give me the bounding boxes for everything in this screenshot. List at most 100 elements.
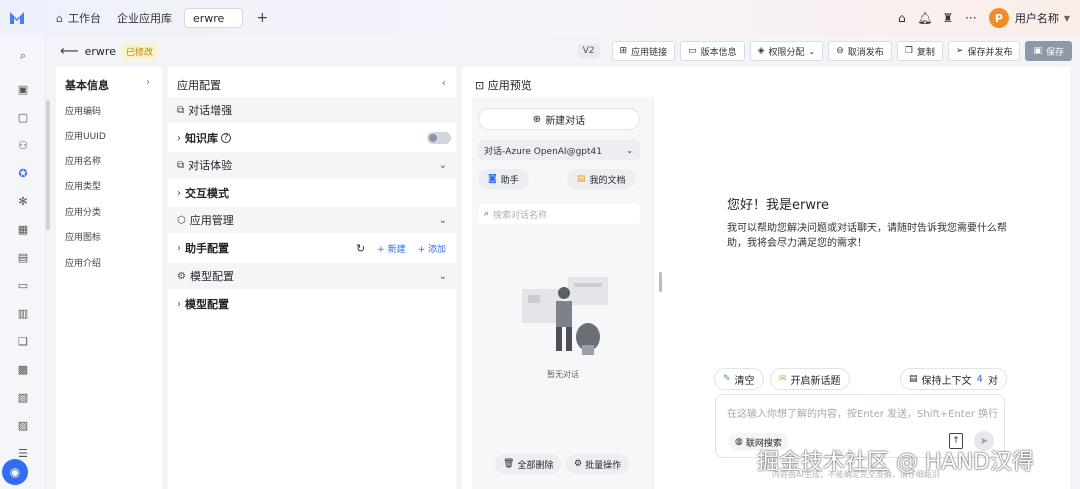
new-topic-button[interactable]: ✉ 开启新话题 (770, 368, 850, 390)
back-arrow-icon[interactable]: ⟵ (60, 44, 79, 59)
folder-icon[interactable]: ▭ (13, 275, 33, 295)
nav-workbench-label: 工作台 (67, 12, 101, 25)
image-icon[interactable]: ▩ (13, 359, 33, 379)
nav-workbench[interactable]: ⌂ 工作台 (48, 7, 109, 29)
delete-all-button[interactable]: 🗑︎ 全部删除 (495, 454, 562, 474)
stack-icon[interactable]: ❏ (13, 331, 33, 351)
assistant-bubble-icon[interactable]: ◉ (2, 459, 28, 485)
shield-icon: ◈ (757, 46, 765, 56)
top-bar: ⌂ 工作台 企业应用库 erwre + ⌂ 🔔︎ ♜ ··· P 用户名称 ▼ (0, 0, 1080, 36)
field-app-type[interactable]: 应用类型 (65, 179, 101, 192)
config-assistant[interactable]: › 助手配置 ↻ + 新建 + 添加 (168, 235, 456, 261)
chevron-down-icon: ⌄ (626, 145, 633, 155)
field-app-icon[interactable]: 应用图标 (65, 230, 101, 243)
tab-erwre[interactable]: erwre (183, 8, 244, 28)
more-icon[interactable]: ··· (961, 11, 981, 25)
box-icon: ⬡ (177, 214, 186, 226)
delete-all-label: 全部删除 (517, 460, 554, 471)
model-select[interactable]: 对话-Azure OpenAI@gpt41 ⌄ (478, 140, 640, 160)
chevron-down-icon: ⌄ (808, 46, 816, 56)
add-assistant-button[interactable]: + 添加 (418, 242, 446, 255)
unpublish-button[interactable]: ⊖ 取消发布 (828, 41, 892, 61)
keyboard-icon[interactable]: ▥ (13, 303, 33, 323)
window-icon[interactable]: ▧ (13, 387, 33, 407)
screen-icon[interactable]: ▢ (13, 107, 33, 127)
resize-handle[interactable] (659, 272, 662, 292)
org-chart-icon[interactable]: ⚇ (13, 135, 33, 155)
app-name-title: erwre (84, 44, 116, 58)
network-icon[interactable]: ✻ (13, 191, 33, 211)
plus-circle-icon: ⊕ (532, 113, 542, 125)
batch-operation-label: 批量操作 (585, 460, 622, 471)
send-icon: ➢ (955, 46, 964, 56)
config-app-management-label: 应用管理 (189, 214, 234, 227)
batch-operation-button[interactable]: ⚙ 批量操作 (566, 454, 630, 474)
app-preview-title: ⊡ 应用预览 (475, 77, 532, 93)
config-app-management[interactable]: ⬡ 应用管理 ⌄ (168, 207, 456, 233)
field-app-name[interactable]: 应用名称 (65, 154, 101, 167)
conversation-search-input[interactable]: ⌕ 搜索对话名称 (478, 204, 640, 224)
config-knowledge-base[interactable]: › 知识库 ? (168, 125, 456, 151)
search-icon[interactable]: ⌕ (13, 46, 33, 66)
add-assistant-label: 添加 (427, 244, 446, 255)
field-app-category[interactable]: 应用分类 (65, 205, 101, 218)
clear-button[interactable]: ✎ 清空 (714, 368, 764, 390)
field-app-uuid[interactable]: 应用UUID (65, 129, 106, 142)
topic-icon: ✉ (779, 374, 787, 384)
config-dialog-enhance[interactable]: ⧉ 对话增强 (168, 97, 456, 123)
field-app-intro[interactable]: 应用介绍 (65, 256, 101, 269)
grid-icon[interactable]: ▦ (13, 219, 33, 239)
chevron-left-icon[interactable]: ‹ (442, 76, 446, 89)
calendar-icon[interactable]: ▤ (13, 247, 33, 267)
config-model[interactable]: › 模型配置 (168, 291, 456, 317)
new-chat-button[interactable]: ⊕ 新建对话 (478, 108, 640, 130)
document-icon[interactable]: ▨ (13, 415, 33, 435)
basic-info-panel: 基本信息 › 应用编码 应用UUID 应用名称 应用类型 应用分类 应用图标 应… (56, 67, 162, 489)
field-app-code[interactable]: 应用编码 (65, 104, 101, 117)
config-dialog-experience[interactable]: ⧉ 对话体验 ⌄ (168, 152, 456, 178)
help-icon[interactable]: ? (221, 133, 231, 143)
link-icon: ⊞ (619, 46, 628, 56)
bell-icon[interactable]: 🔔︎ (915, 11, 935, 25)
monitor-icon[interactable]: ▣ (13, 79, 33, 99)
new-assistant-button[interactable]: + 新建 (377, 242, 405, 255)
app-logo[interactable] (0, 0, 34, 36)
info-scrollbar[interactable] (46, 100, 50, 230)
nav-enterprise-app-library[interactable]: 企业应用库 (109, 7, 180, 29)
save-button[interactable]: ▣ 保存 (1025, 41, 1072, 61)
gear-icon: ⚙ (177, 270, 186, 282)
chevron-down-icon: ⌄ (438, 270, 447, 282)
gear-icon: ⚙ (574, 459, 583, 469)
modified-badge: 已修改 (121, 43, 157, 59)
save-icon: ▣ (1033, 46, 1042, 56)
assistant-chip[interactable]: ◙ 助手 (478, 169, 529, 189)
app-link-button[interactable]: ⊞ 应用链接 (611, 41, 676, 61)
refresh-icon[interactable]: ↻ (356, 242, 365, 255)
username[interactable]: 用户名称 (1015, 10, 1059, 26)
app-config-panel: 应用配置 ‹ ⧉ 对话增强 › 知识库 ? ⧉ 对话体验 ⌄ › 交互模式 ⬡ … (168, 67, 456, 489)
save-and-publish-button[interactable]: ➢ 保存并发布 (947, 41, 1021, 61)
my-documents-chip[interactable]: ▤ 我的文档 (567, 169, 636, 189)
config-model-section[interactable]: ⚙ 模型配置 ⌄ (168, 263, 456, 289)
chevron-down-icon[interactable]: ▼ (1064, 14, 1070, 23)
minus-circle-icon: ⊖ (836, 46, 844, 56)
add-tab-button[interactable]: + (253, 9, 271, 27)
app-config-title: 应用配置 (177, 79, 221, 92)
config-model-section-label: 模型配置 (189, 270, 234, 283)
version-info-button[interactable]: ▭ 版本信息 (680, 41, 745, 61)
permission-button[interactable]: ◈ 权限分配 ⌄ (749, 41, 824, 61)
empty-conversation-illustration (522, 277, 608, 355)
knowledge-base-toggle[interactable] (427, 132, 451, 144)
keep-context-button[interactable]: ▤ 保持上下文 4 对 (900, 368, 1007, 390)
clear-label: 清空 (734, 375, 755, 387)
app-subheader: ⟵ erwre 已修改 V2 ⊞ 应用链接 ▭ 版本信息 ◈ 权限分配 ⌄ ⊖ 取消发布 … (46, 36, 1080, 66)
config-interaction-mode-label: 交互模式 (185, 187, 229, 200)
copy-button[interactable]: ❐ 复制 (896, 41, 943, 61)
shirt-icon[interactable]: ♜ (938, 11, 958, 25)
chevron-right-icon[interactable]: › (146, 77, 150, 88)
avatar[interactable]: P (988, 8, 1009, 28)
shop-icon[interactable]: ⌂ (892, 11, 912, 25)
config-interaction-mode[interactable]: › 交互模式 (168, 180, 456, 206)
permission-label: 权限分配 (768, 47, 805, 58)
app-center-icon[interactable]: ✪ (13, 163, 33, 183)
